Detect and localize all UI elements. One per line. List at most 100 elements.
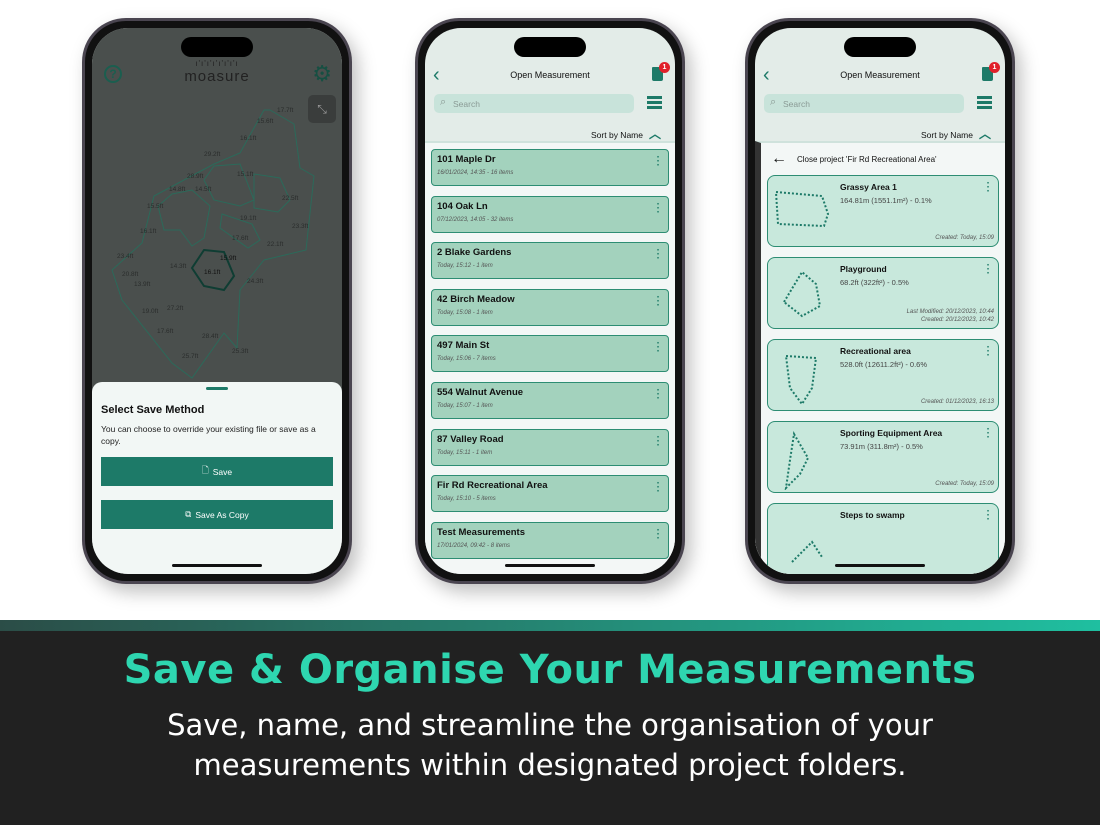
segment-length-label: 23.4ft — [117, 253, 133, 260]
list-view-icon[interactable] — [647, 96, 662, 109]
more-options-icon[interactable]: · · · — [657, 525, 660, 543]
item-name: Test Measurements — [437, 526, 525, 538]
banner-subtitle: Save, name, and streamline the organisat… — [167, 708, 933, 782]
shape-thumbnail — [791, 540, 823, 563]
segment-length-label: 17.7ft — [277, 107, 293, 114]
segment-length-label: 14.8ft — [169, 186, 185, 193]
segment-length-label: 28.9ft — [187, 173, 203, 180]
segment-length-label: 15.6ft — [257, 118, 273, 125]
shape-thumbnail — [784, 354, 818, 406]
list-item[interactable]: 104 Oak Ln 07/12/2023, 14:05 - 32 items · ·… — [431, 195, 669, 233]
segment-length-label: 17.6ft — [232, 235, 248, 242]
gear-icon[interactable]: ⚙ — [312, 61, 332, 87]
card-name: Steps to swamp — [840, 510, 905, 520]
project-measurement-list[interactable]: ← Close project 'Fir Rd Recreational Area… — [755, 141, 1005, 574]
more-options-icon[interactable]: · · · — [987, 507, 990, 525]
segment-length-label: 16.1ft — [204, 269, 220, 276]
measurement-card[interactable]: Grassy Area 1 164.81m (1551.1m²) - 0.1% Cr… — [767, 175, 999, 247]
list-item[interactable]: 42 Birch Meadow Today, 15:08 - 1 item · · · — [431, 288, 669, 326]
list-item[interactable]: Test Measurements 17/01/2024, 09:42 - 8 i… — [431, 521, 669, 559]
close-project-button[interactable]: ← Close project 'Fir Rd Recreational Area… — [767, 143, 999, 175]
item-name: 554 Walnut Avenue — [437, 386, 524, 398]
save-button[interactable]: 🗋 Save — [101, 457, 333, 486]
search-input[interactable]: Search — [764, 94, 964, 113]
segment-length-label: 15.1ft — [237, 171, 253, 178]
card-dates: Last Modified: 20/12/2023, 10:44 Created… — [906, 309, 994, 323]
more-options-icon[interactable]: · · · — [657, 339, 660, 357]
item-name: 42 Birch Meadow — [437, 293, 515, 305]
sheet-handle[interactable] — [206, 387, 228, 390]
more-options-icon[interactable]: · · · — [657, 479, 660, 497]
shape-thumbnail — [774, 190, 830, 228]
list-item[interactable]: 554 Walnut Avenue Today, 15:07 - 1 item · ·… — [431, 381, 669, 419]
segment-length-label: 17.6ft — [157, 328, 173, 335]
segment-length-label: 24.3ft — [247, 278, 263, 285]
arrow-left-icon: ← — [771, 150, 787, 167]
more-options-icon[interactable]: · · · — [987, 179, 990, 197]
more-options-icon[interactable]: · · · — [657, 432, 660, 450]
sort-toggle[interactable]: Sort by Name ︿ — [921, 125, 991, 142]
trash-badge: 1 — [659, 62, 670, 73]
item-name: 87 Valley Road — [437, 433, 504, 445]
segment-length-label: 25.7ft — [182, 353, 198, 360]
item-name: 2 Blake Gardens — [437, 247, 512, 259]
search-input[interactable]: Search — [434, 94, 634, 113]
more-options-icon[interactable]: · · · — [657, 246, 660, 264]
shape-thumbnail — [784, 431, 810, 490]
more-options-icon[interactable]: · · · — [657, 292, 660, 310]
segment-length-label: 14.3ft — [170, 263, 186, 270]
expand-icon[interactable]: ⤡ — [308, 95, 336, 123]
copy-icon: ⧉ — [185, 509, 192, 519]
segment-length-label: 19.0ft — [142, 308, 158, 315]
list-item[interactable]: 2 Blake Gardens Today, 15:12 - 1 item · · · — [431, 242, 669, 280]
card-name: Grassy Area 1 — [840, 182, 897, 192]
segment-length-label: 15.5ft — [147, 203, 163, 210]
more-options-icon[interactable]: · · · — [987, 425, 990, 443]
segment-length-label: 14.5ft — [195, 186, 211, 193]
measurement-card[interactable]: Recreational area 528.0ft (12611.2ft²) - … — [767, 339, 999, 411]
item-name: Fir Rd Recreational Area — [437, 480, 548, 492]
moasure-logo: ı'ı'ı'ı'ı'ı'ı'ı moasure — [184, 59, 250, 86]
card-metrics: 528.0ft (12611.2ft²) - 0.6% — [840, 360, 927, 369]
screen-title: Open Measurement — [510, 70, 590, 80]
list-item[interactable]: 497 Main St Today, 15:06 - 7 items · · · — [431, 335, 669, 373]
sheet-description: You can choose to override your existing… — [101, 424, 316, 446]
segment-length-label: 19.1ft — [240, 215, 256, 222]
more-options-icon[interactable]: · · · — [657, 199, 660, 217]
segment-length-label: 16.1ft — [240, 135, 256, 142]
chevron-up-icon: ︿ — [648, 127, 661, 141]
item-name: 104 Oak Ln — [437, 200, 488, 212]
file-icon: 🗋 — [201, 464, 209, 475]
item-name: 497 Main St — [437, 340, 490, 352]
list-item[interactable]: 87 Valley Road Today, 15:11 - 1 item · · · — [431, 428, 669, 466]
item-meta: Today, 15:10 - 5 items — [437, 496, 496, 503]
more-options-icon[interactable]: · · · — [987, 261, 990, 279]
card-name: Sporting Equipment Area — [840, 428, 943, 438]
list-item[interactable]: Fir Rd Recreational Area Today, 15:10 - 5… — [431, 475, 669, 513]
save-as-copy-button[interactable]: ⧉ Save As Copy — [101, 500, 333, 529]
item-meta: 17/01/2024, 09:42 - 8 items — [437, 542, 511, 549]
card-metrics: 164.81m (1551.1m²) - 0.1% — [840, 196, 932, 205]
card-dates: Created: Today, 15:09 — [935, 235, 994, 241]
sort-toggle[interactable]: Sort by Name ︿ — [591, 125, 661, 142]
list-item[interactable]: 101 Maple Dr 16/01/2024, 14:35 - 16 items… — [431, 149, 669, 186]
banner-title: Save & Organise Your Measurements — [123, 647, 977, 693]
more-options-icon[interactable]: · · · — [987, 343, 990, 361]
segment-length-label: 13.9ft — [134, 281, 150, 288]
list-view-icon[interactable] — [977, 96, 992, 109]
measurement-card[interactable]: Sporting Equipment Area 73.91m (311.8m²) … — [767, 421, 999, 493]
measurement-card[interactable]: Playground 68.2ft (322ft²) - 0.5% Last Mod… — [767, 257, 999, 329]
screen-title: Open Measurement — [840, 70, 920, 80]
item-meta: Today, 15:07 - 1 item — [437, 402, 493, 409]
item-meta: 07/12/2023, 14:05 - 32 items — [437, 216, 514, 223]
segment-length-label: 15.9ft — [220, 255, 236, 262]
segment-length-label: 22.5ft — [282, 195, 298, 202]
item-meta: Today, 15:08 - 1 item — [437, 309, 493, 316]
item-meta: Today, 15:11 - 1 item — [437, 449, 493, 456]
more-options-icon[interactable]: · · · — [657, 153, 660, 171]
item-meta: Today, 15:06 - 7 items — [437, 356, 496, 363]
more-options-icon[interactable]: · · · — [657, 385, 660, 403]
card-dates: Created: 01/12/2023, 16:13 — [920, 399, 994, 405]
item-name: 101 Maple Dr — [437, 154, 496, 165]
measurement-list[interactable]: 101 Maple Dr 16/01/2024, 14:35 - 16 items… — [425, 141, 675, 574]
